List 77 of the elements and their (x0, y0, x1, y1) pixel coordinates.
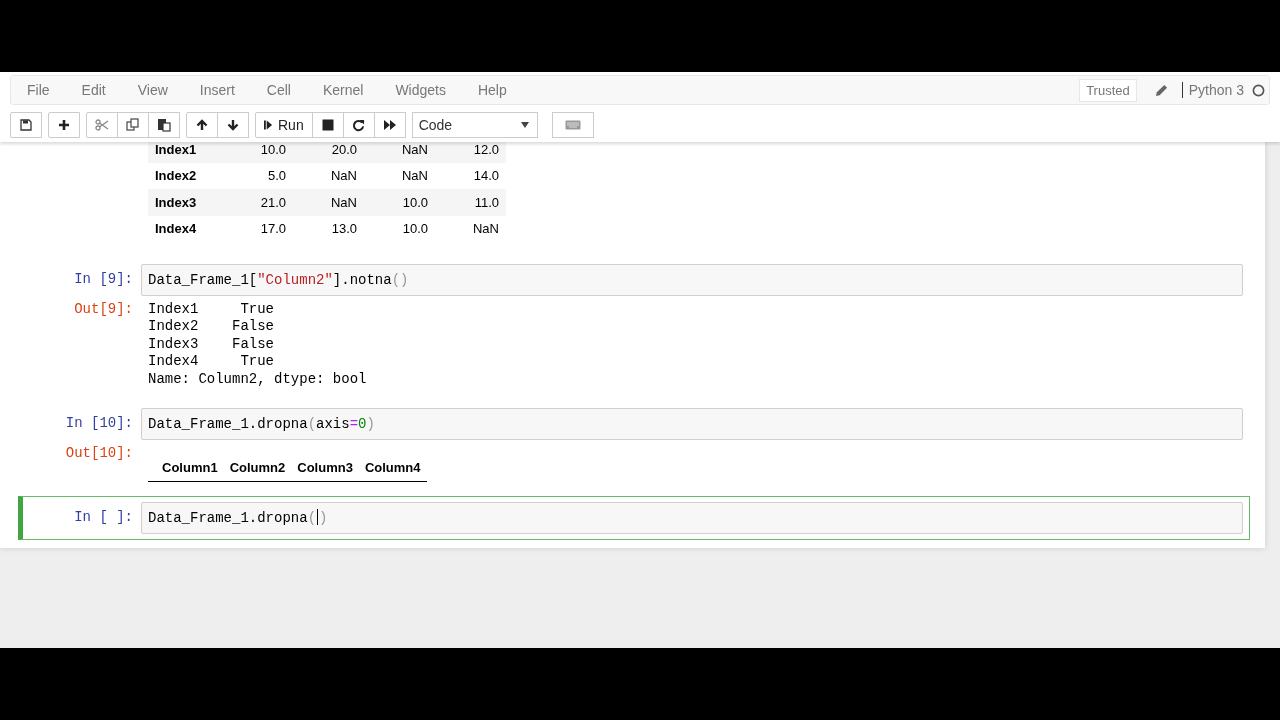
save-button[interactable] (10, 112, 42, 138)
restart-icon (352, 118, 366, 132)
table-cell: NaN (435, 215, 506, 242)
menu-item[interactable]: View (121, 82, 184, 98)
row-index: Index1 (148, 142, 222, 163)
input-prompt: In [9]: (73, 270, 134, 289)
square-icon (321, 119, 334, 131)
save-icon (20, 119, 32, 131)
output-line: Index3 False (148, 335, 276, 354)
scissors-icon (95, 119, 109, 131)
down-arrow-icon (227, 119, 239, 131)
table-cell: 11.0 (435, 189, 506, 216)
code-input[interactable]: Data_Frame_1.dropna(axis=0) (141, 408, 1243, 441)
fast-forward-button[interactable] (373, 112, 406, 138)
table-cell: NaN (293, 189, 364, 216)
plus-icon (58, 119, 70, 131)
code-cell[interactable]: In [9]: Data_Frame_1["Column2"].notna() Out[9]: Index1 True Index2 False Index3 False Index4 True Name: Column2, dtype: bool (18, 258, 1250, 395)
up-button[interactable] (186, 112, 218, 138)
up-arrow-icon (196, 119, 208, 131)
paste-icon (157, 118, 171, 132)
fast-forward-icon (382, 119, 397, 131)
output-prompt: Out[9]: (73, 301, 134, 319)
table-cell: 12.0 (435, 142, 506, 163)
table-cell: 10.0 (222, 142, 293, 163)
column-header: Column1 (156, 453, 224, 482)
row-index: Index2 (148, 162, 222, 189)
menu-item[interactable]: Kernel (306, 82, 380, 98)
output-line: Index2 False (148, 318, 276, 336)
trusted-indicator[interactable]: Trusted (1079, 78, 1137, 102)
code-input[interactable]: Data_Frame_1["Column2"].notna() (141, 264, 1243, 296)
menu-item[interactable]: File (11, 82, 66, 98)
menu-item[interactable]: Widgets (379, 82, 462, 98)
run-button[interactable]: Run (255, 112, 313, 138)
output-line: Index4 True (148, 353, 276, 371)
input-prompt: In [10]: (64, 414, 134, 434)
step-play-icon (264, 119, 273, 131)
row-index: Index3 (148, 189, 222, 216)
table-cell: 14.0 (435, 162, 506, 189)
kernel-idle-icon (1252, 83, 1265, 97)
stop-button[interactable] (311, 112, 344, 138)
output-line: Index1 True (148, 301, 276, 319)
pencil-icon[interactable] (1154, 83, 1168, 97)
menu-item[interactable]: Insert (183, 82, 251, 98)
table-cell: NaN (293, 162, 364, 189)
code-cell[interactable]: In [10]: Data_Frame_1.dropna(axis=0) Out[10]: Column1 Column2 Column3 Column4 (18, 402, 1250, 489)
add-button[interactable] (48, 112, 80, 138)
table-cell: 13.0 (293, 215, 364, 242)
caret-icon (520, 122, 529, 128)
input-prompt: In [ ]: (73, 508, 134, 528)
menu-item[interactable]: Cell (250, 82, 307, 98)
code-cell[interactable]: In [ ]: Data_Frame_1.dropna( ) (18, 496, 1250, 541)
table-cell: 5.0 (222, 162, 293, 189)
paste-button[interactable] (148, 112, 180, 138)
table-cell: NaN (364, 142, 435, 163)
output-line: Name: Column2, dtype: bool (148, 370, 367, 389)
keyboard-button[interactable] (551, 112, 594, 138)
table-cell: 21.0 (222, 189, 293, 216)
table-cell: 17.0 (222, 215, 293, 242)
copy-icon (126, 118, 140, 132)
column-header: Column4 (358, 453, 427, 482)
table-cell: NaN (364, 162, 435, 189)
table-cell: 10.0 (364, 215, 435, 242)
restart-button[interactable] (342, 112, 375, 138)
table-cell: 20.0 (293, 142, 364, 163)
kernel-name[interactable]: Python 3 (1181, 82, 1244, 98)
output-prompt: Out[10]: (64, 445, 134, 464)
column-header: Column3 (291, 453, 359, 482)
menu-item[interactable]: Help (461, 82, 523, 98)
table-cell: 10.0 (364, 189, 435, 216)
row-index: Index4 (148, 215, 222, 242)
down-button[interactable] (217, 112, 249, 138)
cell-type-dropdown[interactable]: Code (411, 112, 538, 138)
column-header: Column2 (223, 453, 292, 482)
menu-item[interactable]: Edit (65, 82, 122, 98)
keyboard-icon (564, 120, 581, 130)
code-input[interactable]: Data_Frame_1.dropna( ) (141, 502, 1243, 535)
cut-button[interactable] (86, 112, 118, 138)
